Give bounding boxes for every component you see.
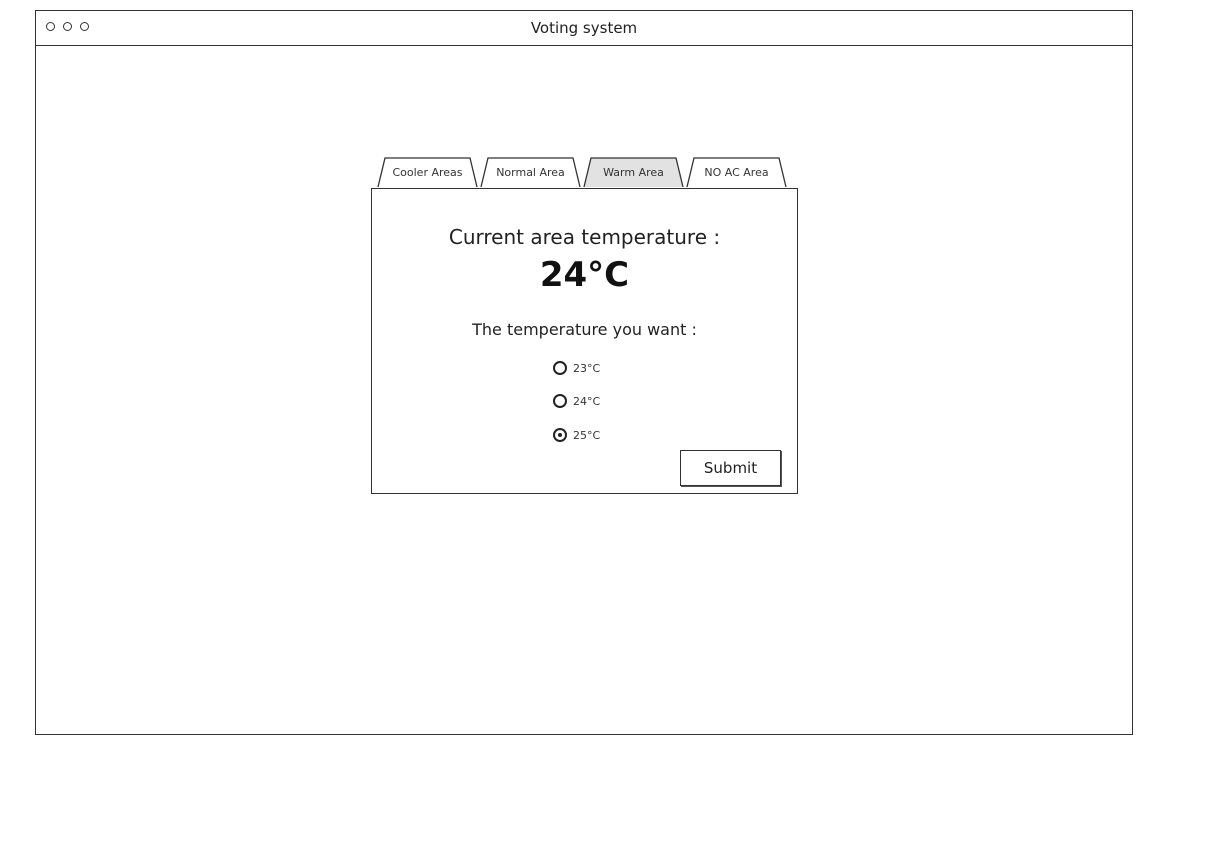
tab-normal-area[interactable]: Normal Area	[480, 157, 581, 188]
current-temperature-value: 24°C	[539, 255, 630, 295]
tab-label: NO AC Area	[704, 166, 769, 179]
radio-button[interactable]	[553, 428, 567, 442]
title-bar: Voting system	[36, 11, 1132, 46]
submit-button[interactable]: Submit	[680, 450, 781, 486]
area-tabs: Cooler Areas Normal Area Warm Area NO AC…	[377, 157, 797, 189]
temperature-option[interactable]: 23°C	[553, 361, 600, 375]
radio-button[interactable]	[553, 361, 567, 375]
desired-temperature-label: The temperature you want :	[472, 320, 697, 339]
temperature-option[interactable]: 24°C	[553, 394, 600, 408]
tab-label: Cooler Areas	[392, 166, 463, 179]
option-label: 23°C	[573, 361, 601, 375]
tab-cooler-areas[interactable]: Cooler Areas	[377, 157, 478, 188]
option-label: 25°C	[573, 428, 601, 442]
temperature-option[interactable]: 25°C	[553, 428, 600, 442]
radio-button[interactable]	[553, 394, 567, 408]
option-label: 24°C	[573, 394, 601, 408]
tab-panel: Current area temperature : 24°C The temp…	[371, 188, 798, 494]
window-title: Voting system	[530, 19, 638, 37]
current-temperature-label: Current area temperature :	[448, 225, 721, 249]
tab-label: Normal Area	[496, 166, 565, 179]
tab-warm-area[interactable]: Warm Area	[583, 157, 684, 188]
tab-label: Warm Area	[603, 166, 664, 179]
tab-no-ac-area[interactable]: NO AC Area	[686, 157, 787, 188]
